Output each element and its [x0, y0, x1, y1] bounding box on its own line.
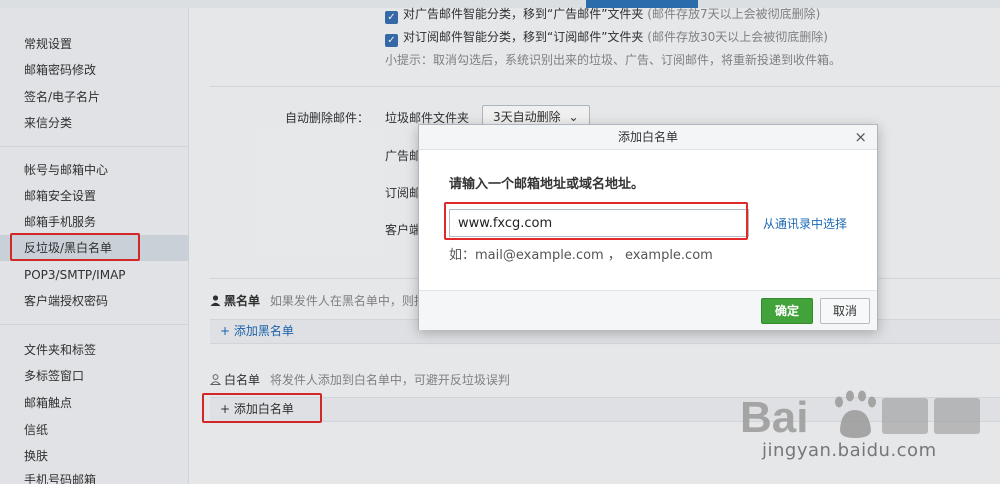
example-hint: 如：mail@example.com ， example.com: [449, 248, 713, 263]
dialog-footer: 确定 取消: [419, 290, 877, 330]
dialog-prompt: 请输入一个邮箱地址或域名地址。: [449, 177, 645, 192]
dialog-header: 添加白名单 ×: [419, 125, 877, 150]
svg-text:Bai: Bai: [740, 393, 808, 442]
select-from-contacts-link[interactable]: 从通讯录中选择: [763, 215, 847, 232]
dialog-title: 添加白名单: [617, 130, 678, 144]
add-whitelist-dialog: 添加白名单 × 请输入一个邮箱地址或域名地址。 从通讯录中选择 如：mail@e…: [418, 124, 878, 330]
watermark-url: jingyan.baidu.com: [762, 440, 937, 461]
whitelist-address-input[interactable]: [449, 209, 749, 237]
cancel-button[interactable]: 取消: [820, 298, 870, 324]
confirm-button[interactable]: 确定: [761, 298, 813, 324]
close-icon[interactable]: ×: [854, 125, 867, 150]
